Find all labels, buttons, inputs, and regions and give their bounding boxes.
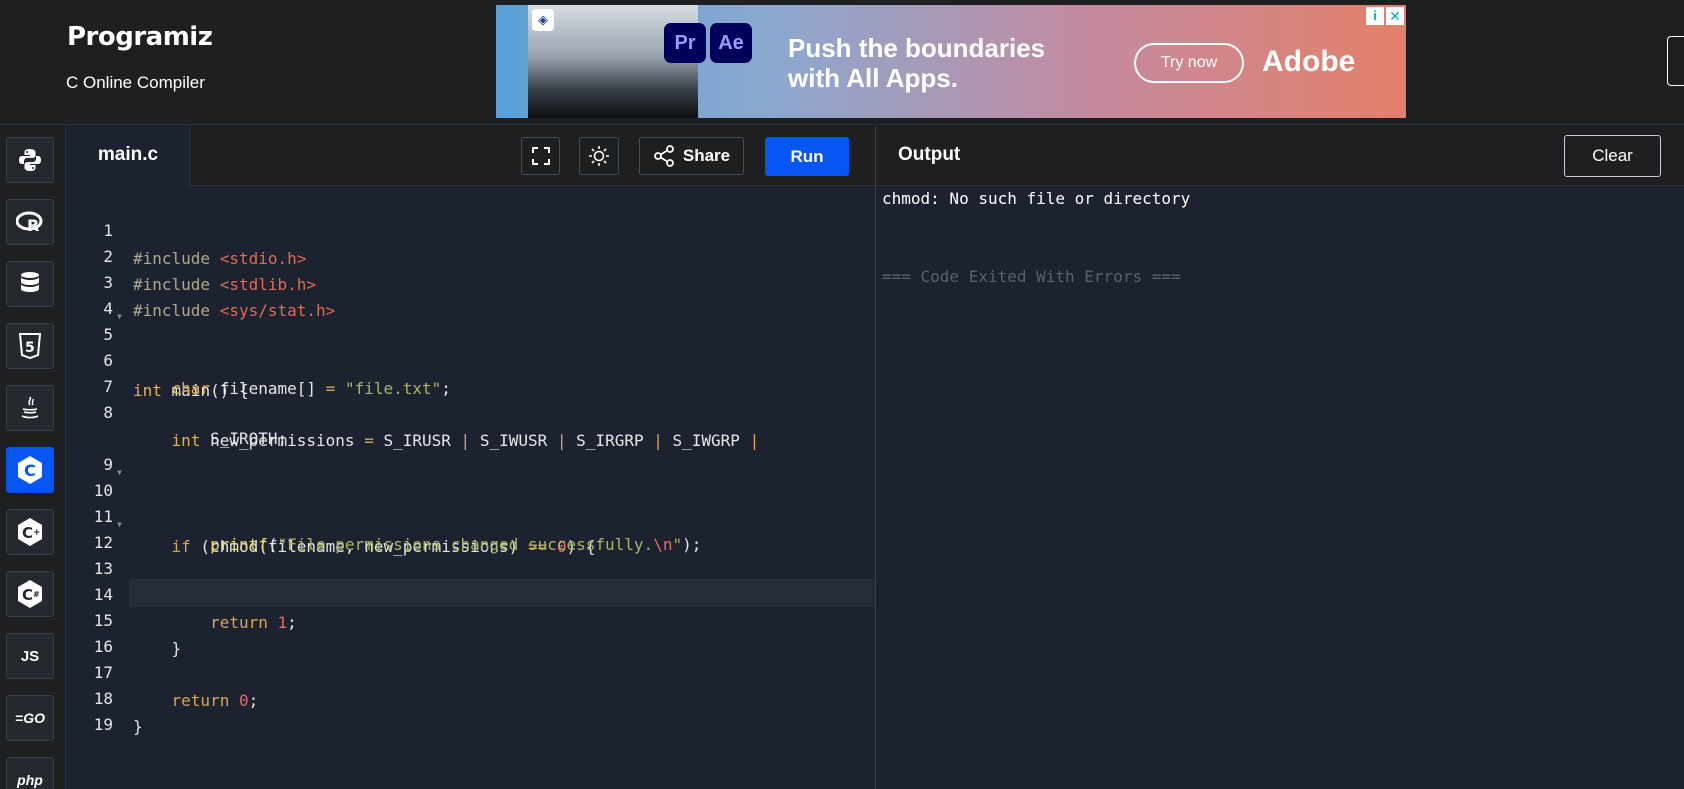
svg-text:R: R (27, 216, 39, 234)
code-line: 9 (67, 423, 875, 474)
run-button[interactable]: Run (765, 137, 849, 176)
code-line: 13 perror("chmod"); (67, 527, 875, 606)
ad-shield-icon: ◈ (532, 9, 554, 31)
code-line: 16 (67, 605, 875, 656)
code-text: } (133, 717, 143, 736)
editor-toolbar: main.c Share Run (67, 126, 875, 186)
share-icon (653, 145, 674, 167)
ad-headline: Push the boundaries with All Apps. (788, 33, 1045, 93)
code-line: 6 char filename[] = "file.txt"; (67, 319, 875, 398)
tab-main-c[interactable]: main.c (67, 126, 190, 186)
code-line: 4 (67, 267, 875, 318)
javascript-language-button[interactable]: JS (6, 633, 54, 679)
code-line: 17 return 0; (67, 631, 875, 710)
svg-text:C: C (22, 586, 33, 604)
svg-text:+: + (33, 528, 41, 538)
output-error-line: chmod: No such file or directory (882, 189, 1191, 208)
code-line: 14 return 1; (67, 553, 875, 632)
header-edge-button[interactable] (1667, 36, 1684, 86)
svg-text:5: 5 (25, 340, 35, 356)
sql-language-button[interactable] (6, 261, 54, 307)
java-icon (21, 396, 39, 419)
advertisement-banner[interactable]: ◈ Pr Ae Push the boundaries with All App… (496, 5, 1406, 118)
ad-aftereffects-icon: Ae (710, 23, 752, 63)
csharp-icon: C # (18, 580, 42, 608)
js-icon: JS (20, 647, 40, 665)
code-line: 19 (67, 683, 875, 734)
code-line: 10 ▼ if (chmod(filename, new_permissions… (67, 449, 875, 556)
svg-text:C: C (22, 524, 33, 542)
line-number: 19 (93, 715, 113, 734)
fullscreen-button[interactable] (521, 137, 560, 175)
output-panel: Output Clear chmod: No such file or dire… (875, 126, 1684, 789)
ad-premiere-icon: Pr (664, 23, 706, 63)
ad-try-now-button[interactable]: Try now (1134, 43, 1244, 83)
php-language-button[interactable]: php (6, 757, 54, 789)
r-language-button[interactable]: R (6, 199, 54, 245)
language-sidebar: R 5 C C + C # JS =GO php (0, 126, 66, 789)
python-icon (19, 149, 41, 171)
go-icon: =GO (15, 710, 45, 726)
c-icon: C (18, 456, 42, 484)
ad-close-icon[interactable]: ✕ (1386, 7, 1404, 25)
ad-headline-line-1: Push the boundaries (788, 33, 1046, 63)
cpp-icon: C + (18, 518, 42, 546)
ad-info-icon[interactable]: i (1366, 7, 1384, 25)
programiz-logo[interactable]: Programiz (67, 22, 213, 52)
clear-button[interactable]: Clear (1564, 135, 1661, 177)
code-line: 1 #include <stdio.h> (67, 189, 875, 268)
python-language-button[interactable] (6, 137, 54, 183)
header: Programiz C Online Compiler ◈ Pr Ae Push… (0, 0, 1684, 125)
share-label: Share (682, 146, 731, 165)
code-line: 5 ▼ int main() { (67, 293, 875, 400)
theme-toggle-button[interactable] (579, 137, 619, 175)
code-line: 3 #include <sys/stat.h> (67, 241, 875, 320)
share-button[interactable]: Share (639, 137, 744, 175)
code-line: 15 } (67, 579, 875, 658)
code-area[interactable]: 1 #include <stdio.h> 2 #include <stdlib.… (67, 186, 875, 789)
ad-brand-logo: Adobe (1262, 45, 1356, 78)
page-subtitle: C Online Compiler (66, 73, 205, 92)
code-line: 8 int new_permissions = S_IRUSR | S_IWUS… (67, 371, 875, 450)
html5-icon: 5 (18, 333, 42, 359)
php-icon: php (17, 772, 43, 788)
go-language-button[interactable]: =GO (6, 695, 54, 741)
code-line: 18 } (67, 657, 875, 736)
code-line: 7 (67, 345, 875, 396)
code-line: 11 printf("File permissions changed succ… (67, 475, 875, 554)
cpp-language-button[interactable]: C + (6, 509, 54, 555)
sun-icon (589, 146, 609, 166)
svg-text:C: C (24, 461, 36, 480)
code-line: 2 #include <stdlib.h> (67, 215, 875, 294)
output-toolbar: Output Clear (876, 126, 1684, 186)
fullscreen-icon (531, 147, 550, 165)
r-icon: R (16, 211, 43, 234)
code-editor-panel: main.c Share Run 1 #include <stdio.h> 2 … (67, 126, 875, 789)
csharp-language-button[interactable]: C # (6, 571, 54, 617)
java-language-button[interactable] (6, 385, 54, 431)
svg-text:#: # (33, 590, 40, 599)
output-title: Output (898, 144, 961, 165)
html-language-button[interactable]: 5 (6, 323, 54, 369)
output-exit-status: === Code Exited With Errors === (882, 267, 1181, 286)
ad-headline-line-2: with All Apps. (788, 63, 958, 93)
database-icon (21, 272, 39, 292)
code-line-wrap: S_IROTH; (67, 397, 875, 448)
code-line: 12 ▼ } else { (67, 501, 875, 608)
c-language-button[interactable]: C (6, 447, 54, 493)
